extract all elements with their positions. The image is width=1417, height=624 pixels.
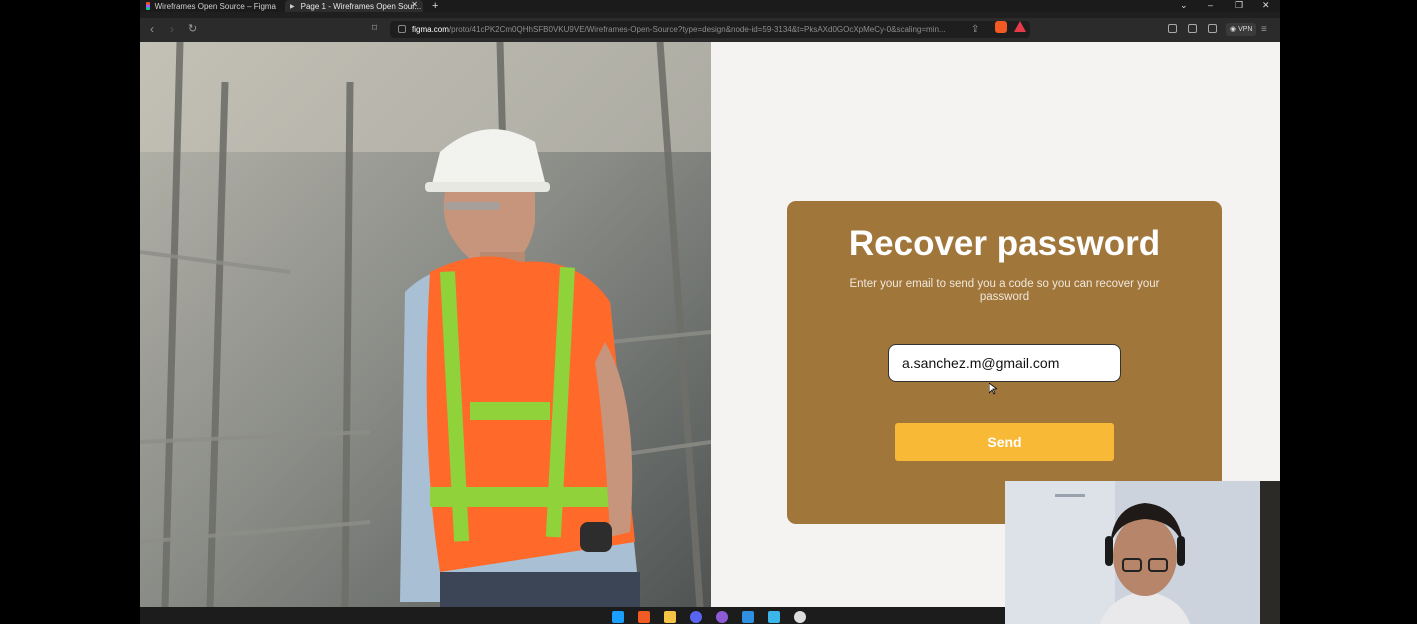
play-icon: ▶: [290, 3, 295, 10]
brave-shields-icon[interactable]: [995, 21, 1007, 33]
url-path: /proto/41cPK2Cm0QHhSFB0VKU9VE/Wireframes…: [448, 25, 946, 34]
mouse-cursor-icon: [989, 383, 997, 395]
forward-icon[interactable]: ›: [170, 22, 174, 36]
vpn-label: VPN: [1238, 26, 1253, 33]
minimize-icon[interactable]: –: [1208, 0, 1213, 10]
send-button[interactable]: Send: [895, 423, 1114, 461]
notepad-icon[interactable]: [768, 611, 780, 623]
brave-icon[interactable]: [638, 611, 650, 623]
url-host: figma.com: [412, 25, 449, 34]
tab-bar: Wireframes Open Source – Figma ▶ Page 1 …: [140, 0, 1280, 12]
chrome-icon[interactable]: [794, 611, 806, 623]
figma-icon: [146, 2, 150, 10]
page-title: Recover password: [848, 224, 1161, 263]
back-icon[interactable]: ‹: [150, 22, 154, 36]
obs-icon[interactable]: [716, 611, 728, 623]
tab-label: Wireframes Open Source – Figma: [154, 1, 276, 11]
recover-password-card: Recover password Enter your email to sen…: [787, 201, 1222, 524]
sidebar-icon[interactable]: [1188, 24, 1197, 33]
address-bar[interactable]: figma.com /proto/41cPK2Cm0QHhSFB0VKU9VE/…: [390, 21, 1030, 38]
file-explorer-icon[interactable]: [664, 611, 676, 623]
tab-label: Page 1 - Wireframes Open Sour...: [300, 1, 422, 11]
share-icon[interactable]: ⇪: [971, 23, 979, 37]
email-field[interactable]: a.sanchez.m@gmail.com: [888, 344, 1121, 382]
vscode-icon[interactable]: [742, 611, 754, 623]
brave-rewards-icon[interactable]: [1014, 21, 1026, 32]
site-info-icon[interactable]: [398, 25, 406, 33]
tab-figma[interactable]: Wireframes Open Source – Figma: [146, 0, 276, 12]
restore-icon[interactable]: ❐: [1235, 0, 1243, 10]
wallet-icon[interactable]: [1208, 24, 1217, 33]
construction-worker-photo: [140, 42, 711, 607]
tab-search-icon[interactable]: ⌄: [1180, 0, 1188, 10]
tab-page-1[interactable]: ▶ Page 1 - Wireframes Open Sour... ✕: [285, 0, 423, 12]
webcam-overlay: [1005, 481, 1280, 624]
menu-icon[interactable]: ≡: [1261, 23, 1267, 37]
vpn-dot-icon: ◉: [1230, 26, 1239, 33]
browser-toolbar: ‹ › ↻ ⌑ figma.com /proto/41cPK2Cm0QHhSFB…: [140, 18, 1280, 42]
bookmark-icon[interactable]: ⌑: [372, 22, 377, 36]
instructions-text: Enter your email to send you a code so y…: [849, 278, 1160, 303]
discord-icon[interactable]: [690, 611, 702, 623]
reload-icon[interactable]: ↻: [188, 22, 197, 36]
vpn-button[interactable]: ◉ VPN: [1226, 23, 1257, 36]
close-window-icon[interactable]: ✕: [1262, 0, 1270, 10]
windows-taskbar: [140, 607, 1005, 624]
windows-start-icon[interactable]: [612, 611, 624, 623]
new-tab-icon[interactable]: +: [432, 0, 438, 12]
extensions-icon[interactable]: [1168, 24, 1177, 33]
close-tab-icon[interactable]: ✕: [411, 0, 418, 9]
